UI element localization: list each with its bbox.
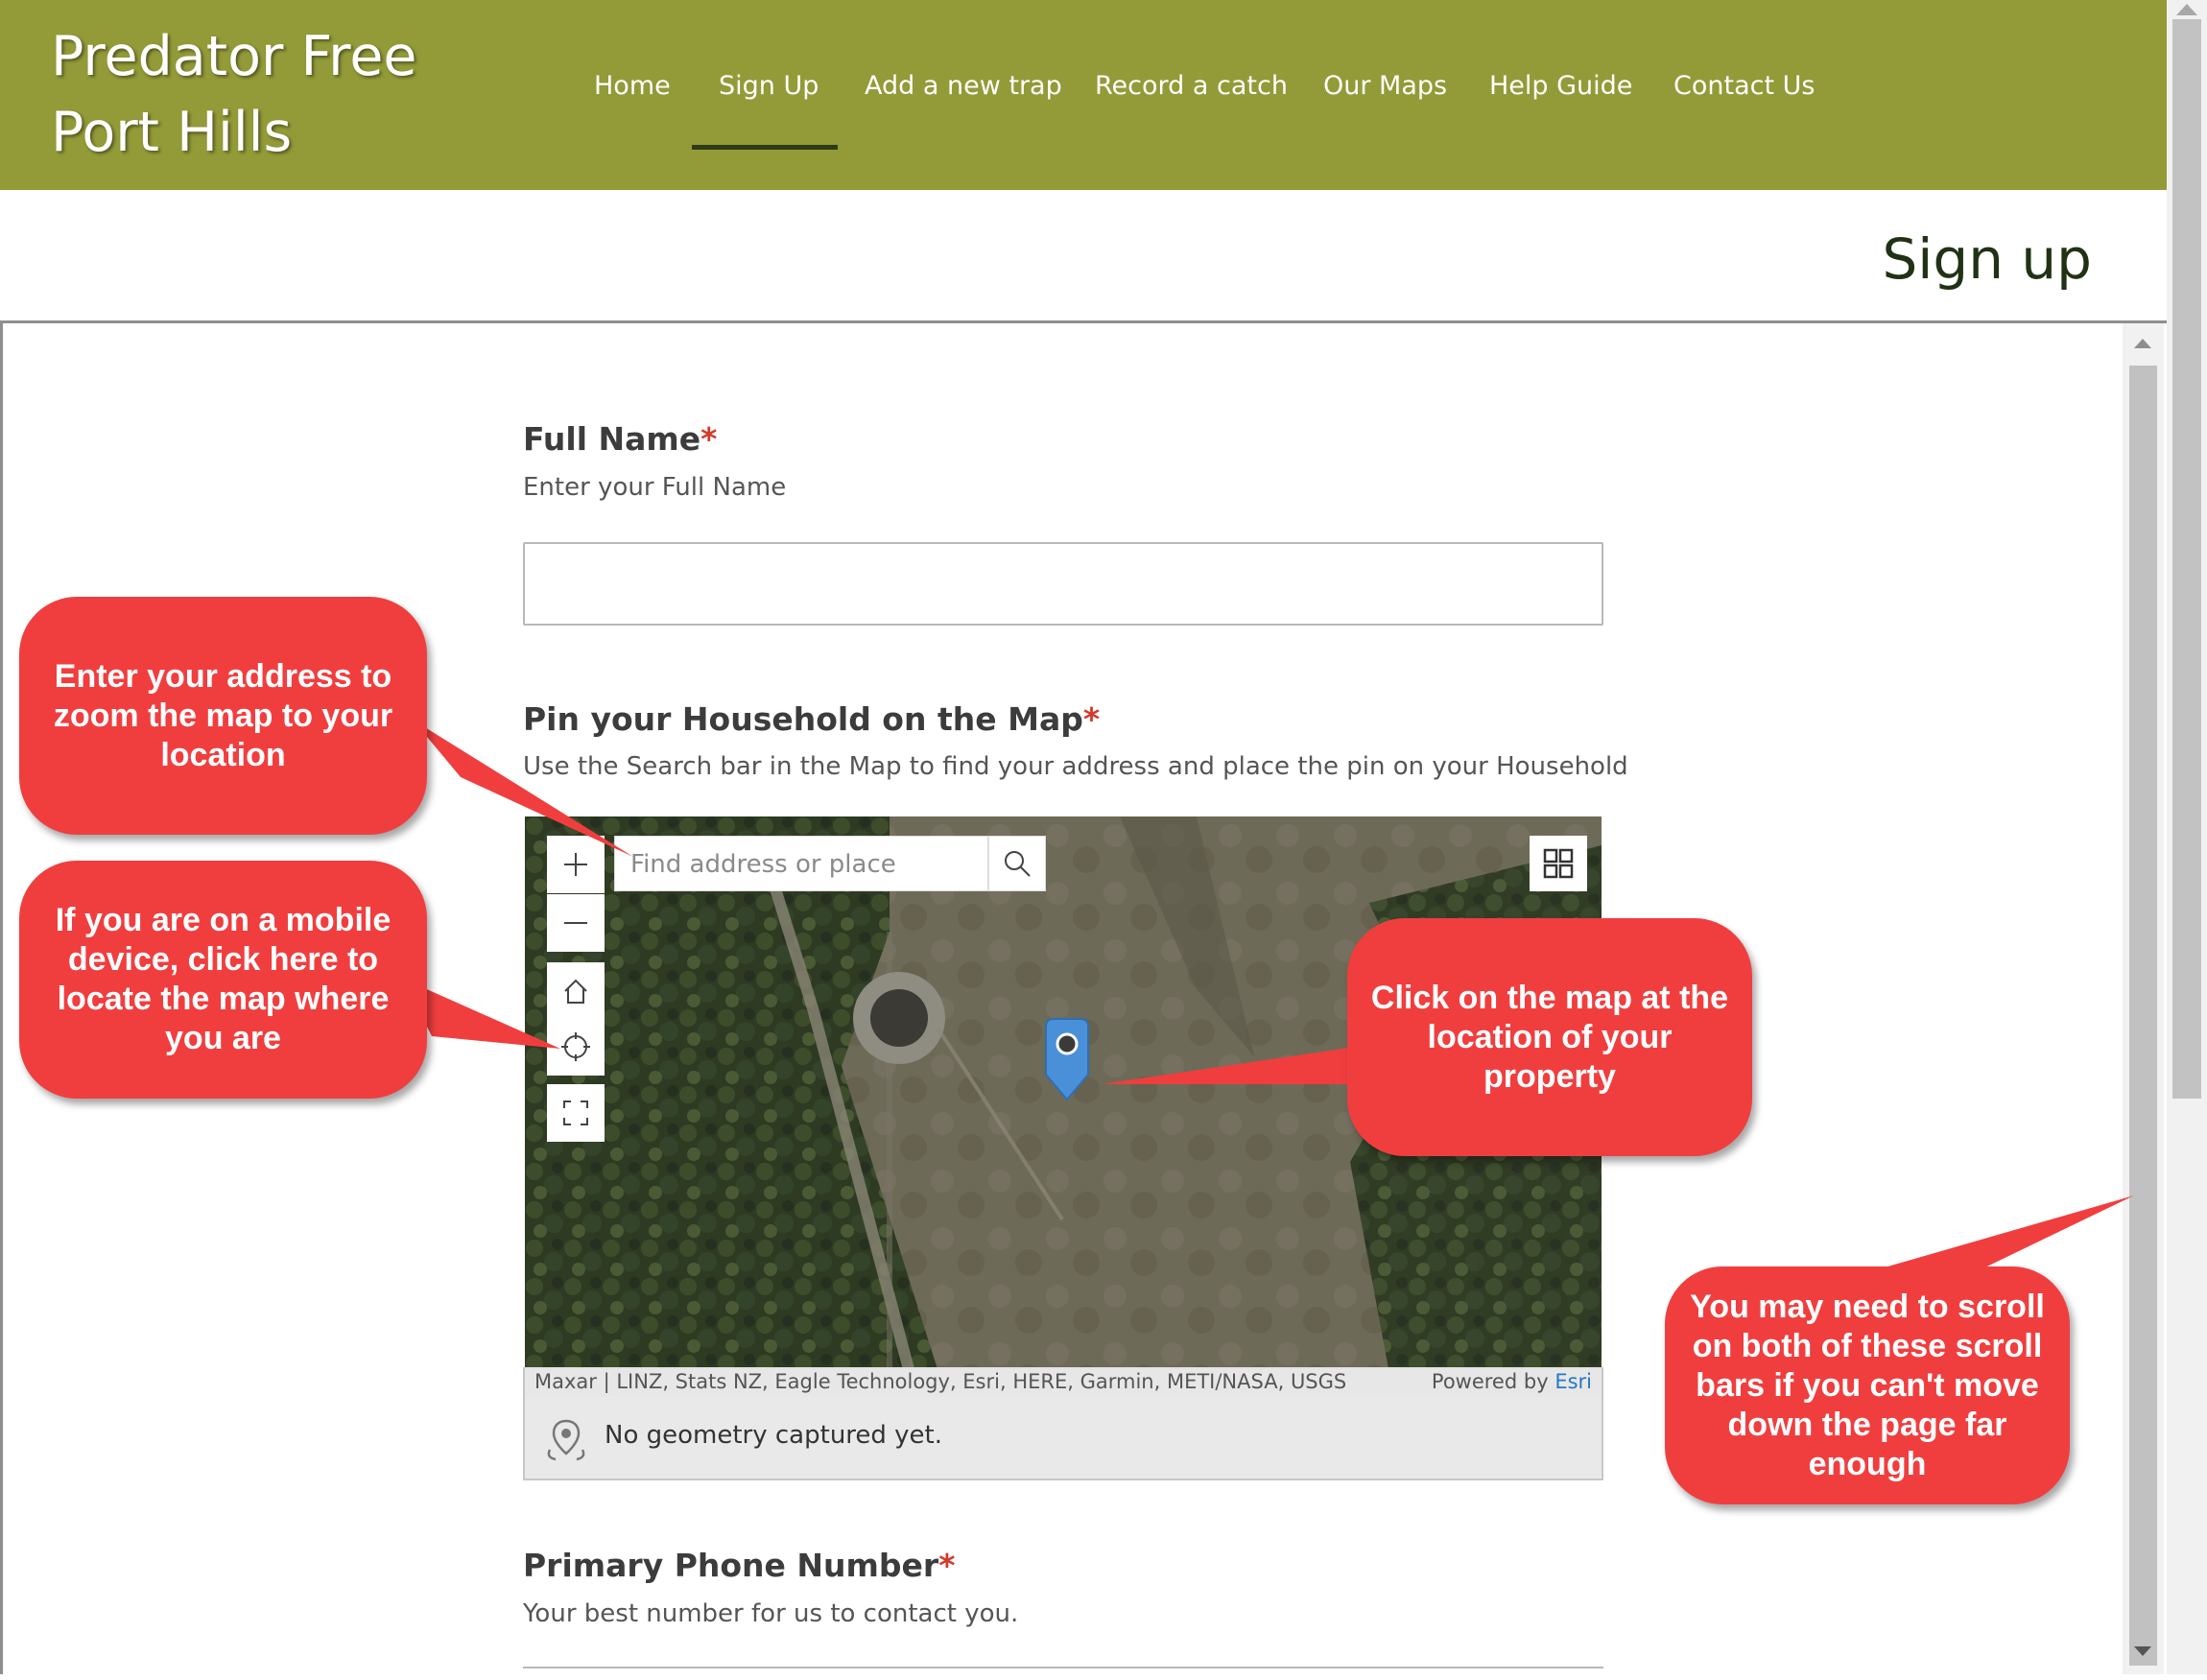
full-name-hint: Enter your Full Name (523, 473, 787, 502)
inner-scroll-up-arrow[interactable] (2134, 339, 2151, 348)
outer-scrollbar-thumb[interactable] (2172, 19, 2201, 1099)
nav-active-indicator (692, 145, 838, 150)
minus-icon (564, 922, 587, 924)
inner-scrollbar-thumb[interactable] (2129, 366, 2157, 1666)
callout-locate-tip: If you are on a mobile device, click her… (19, 861, 427, 1099)
esri-link[interactable]: Esri (1554, 1370, 1592, 1393)
required-mark: * (1082, 700, 1101, 738)
full-name-label-text: Full Name (523, 420, 701, 458)
map-search-button[interactable] (988, 836, 1046, 891)
callout-search-tip: Enter your address to zoom the map to yo… (19, 597, 427, 835)
inner-scrollbar[interactable] (2123, 323, 2164, 1674)
home-icon (564, 979, 587, 1004)
location-pin-outline-icon (547, 1419, 585, 1461)
nav-add-trap[interactable]: Add a new trap (865, 71, 1062, 101)
nav-record-catch[interactable]: Record a catch (1095, 71, 1288, 101)
powered-by-text: Powered by (1431, 1370, 1549, 1393)
outer-scroll-up-arrow[interactable] (2176, 4, 2197, 15)
phone-input[interactable] (523, 1667, 1603, 1680)
map-attribution: Maxar | LINZ, Stats NZ, Eagle Technology… (525, 1367, 1602, 1396)
zoom-in-button[interactable] (547, 836, 605, 893)
site-header: Predator Free Port Hills (0, 0, 2167, 190)
required-mark: * (700, 420, 718, 458)
callout-scroll-tip: You may need to scroll on both of these … (1665, 1266, 2070, 1504)
callout-click-tip: Click on the map at the location of your… (1347, 918, 1752, 1156)
phone-label: Primary Phone Number* (523, 1547, 955, 1584)
nav-our-maps[interactable]: Our Maps (1323, 71, 1447, 101)
home-button[interactable] (547, 962, 605, 1020)
search-icon (1005, 851, 1031, 877)
map-search-input[interactable]: Find address or place (614, 836, 988, 891)
inner-scroll-down-arrow[interactable] (2134, 1646, 2151, 1656)
plus-icon (564, 853, 587, 876)
powered-by: Powered by Esri (1432, 1370, 1592, 1393)
fullscreen-icon (563, 1100, 588, 1125)
page: Predator Free Port Hills Home Sign Up Ad… (0, 0, 2207, 1674)
crosshair-icon (561, 1032, 590, 1061)
attribution-text: Maxar | LINZ, Stats NZ, Eagle Technology… (534, 1370, 1347, 1393)
site-title[interactable]: Predator Free Port Hills (51, 19, 531, 171)
outer-scrollbar[interactable] (2167, 0, 2207, 1674)
fullscreen-button[interactable] (547, 1084, 605, 1142)
phone-label-text: Primary Phone Number (523, 1547, 939, 1584)
full-name-input[interactable] (523, 542, 1603, 626)
nav-help-guide[interactable]: Help Guide (1489, 71, 1632, 101)
geometry-status-text: No geometry captured yet. (605, 1421, 943, 1450)
nav-home[interactable]: Home (594, 71, 671, 101)
household-pin-label: Pin your Household on the Map* (523, 700, 1100, 738)
page-title: Sign up (1882, 226, 2092, 292)
map-pin-icon[interactable] (1040, 1015, 1094, 1105)
phone-hint: Your best number for us to contact you. (523, 1599, 1019, 1628)
nav-contact-us[interactable]: Contact Us (1673, 71, 1815, 101)
locate-button[interactable] (547, 1018, 605, 1076)
full-name-label: Full Name* (523, 420, 717, 458)
household-pin-hint: Use the Search bar in the Map to find yo… (523, 752, 1628, 781)
required-mark: * (938, 1547, 956, 1584)
basemap-toggle-button[interactable] (1530, 836, 1587, 891)
household-pin-label-text: Pin your Household on the Map (523, 700, 1083, 738)
map-search-placeholder: Find address or place (630, 850, 896, 879)
nav-sign-up[interactable]: Sign Up (719, 71, 819, 101)
grid-icon (1543, 848, 1574, 879)
zoom-out-button[interactable] (547, 894, 605, 952)
